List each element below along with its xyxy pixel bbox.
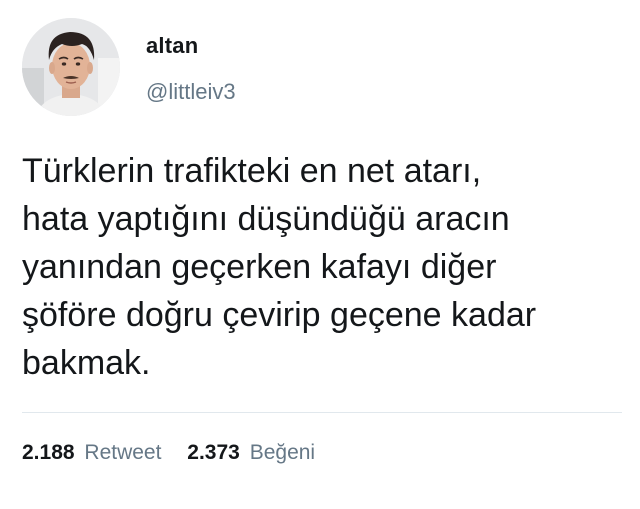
retweet-stat[interactable]: 2.188 Retweet <box>22 441 161 465</box>
tweet-stats: 2.188 Retweet 2.373 Beğeni <box>22 441 335 465</box>
like-stat[interactable]: 2.373 Beğeni <box>187 441 315 465</box>
retweet-count: 2.188 <box>22 441 75 464</box>
tweet-text: Türklerin trafikteki en net atarı, hata … <box>22 147 622 387</box>
tweet-text-line: bakmak. <box>22 344 151 382</box>
tweet-card: altan @littleiv3 Türklerin trafikteki en… <box>0 0 640 509</box>
like-count: 2.373 <box>187 441 240 464</box>
avatar[interactable] <box>22 18 120 116</box>
display-name[interactable]: altan <box>146 33 198 59</box>
tweet-text-line: Türklerin trafikteki en net atarı, <box>22 152 482 190</box>
tweet-text-line: yanından geçerken kafayı diğer <box>22 248 497 286</box>
like-label: Beğeni <box>249 441 316 464</box>
divider <box>22 412 622 413</box>
retweet-label: Retweet <box>84 441 162 464</box>
profile-photo-icon <box>22 18 120 116</box>
user-handle[interactable]: @littleiv3 <box>146 79 236 105</box>
tweet-text-line: hata yaptığını düşündüğü aracın <box>22 200 510 238</box>
tweet-text-line: şöföre doğru çevirip geçene kadar <box>22 296 537 334</box>
